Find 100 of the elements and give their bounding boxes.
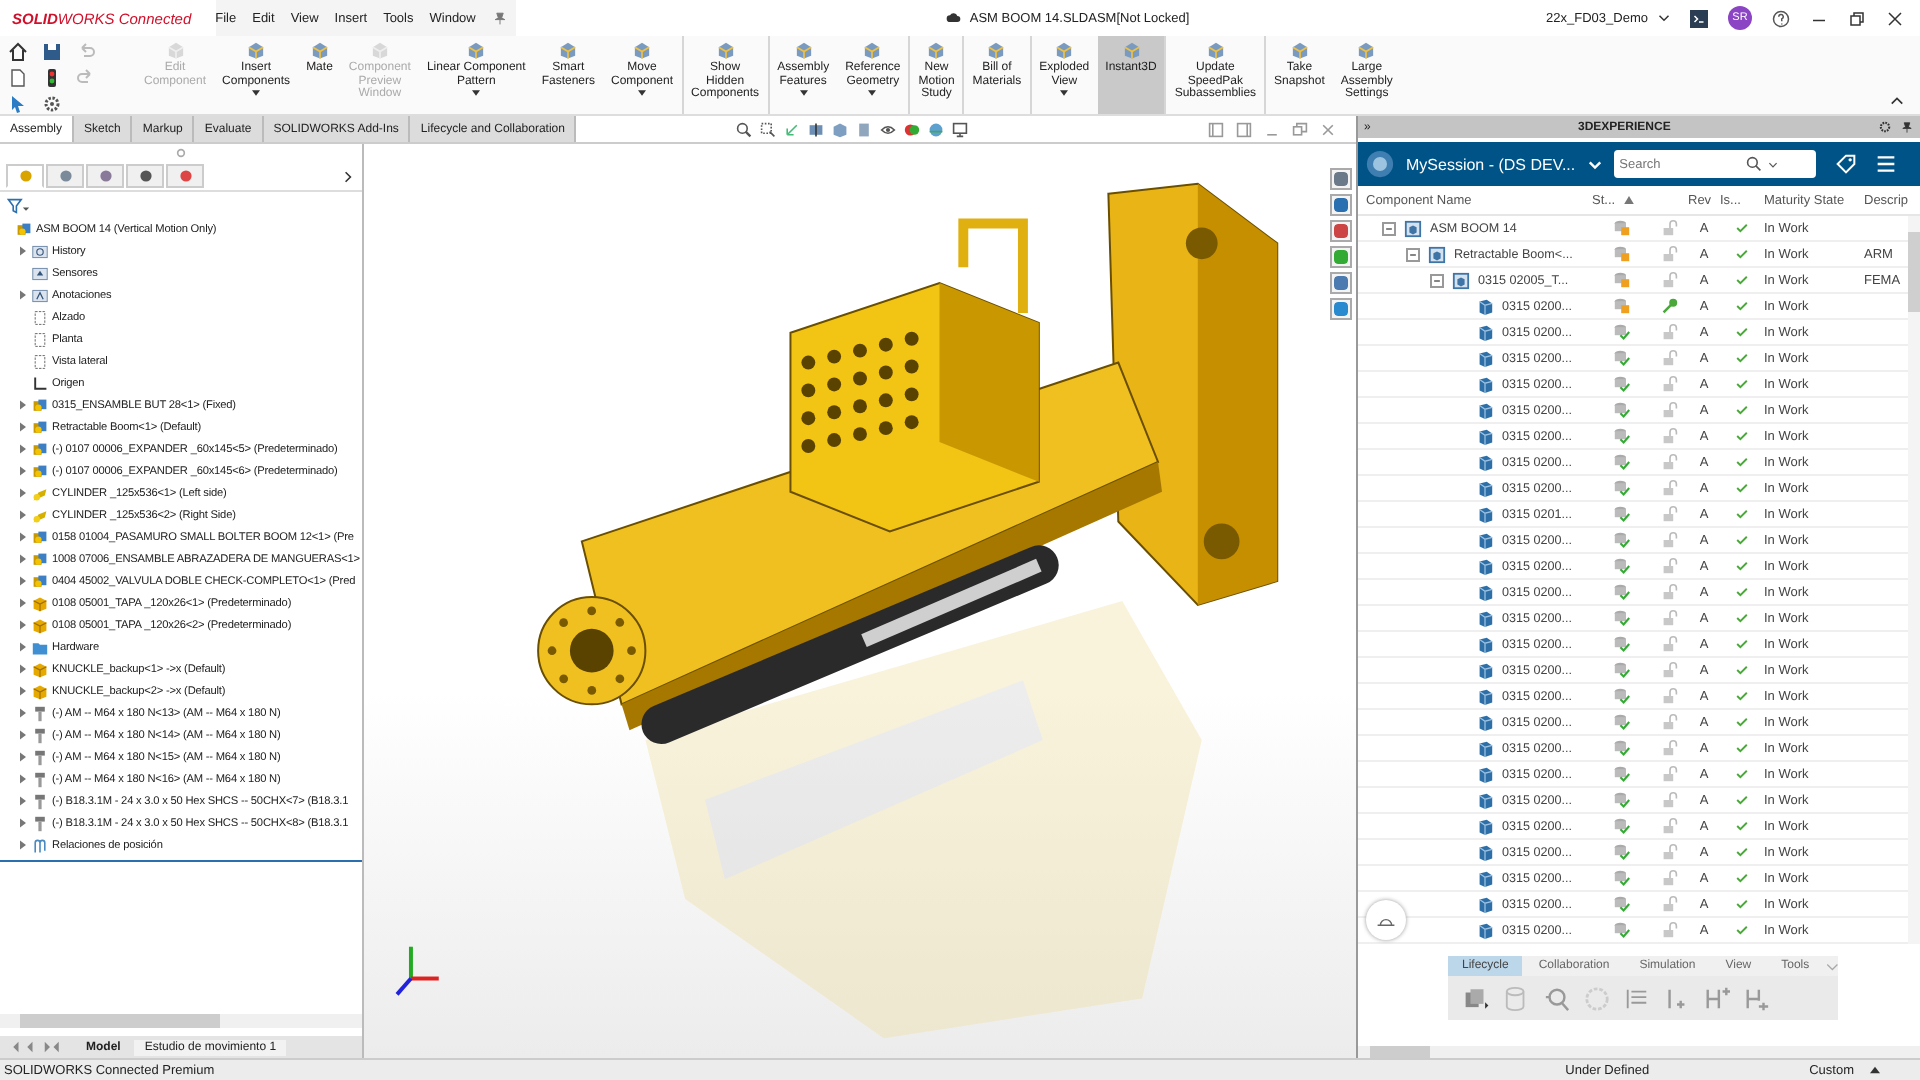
terminal-icon[interactable] [1690,9,1708,27]
restore-icon[interactable] [1848,9,1866,27]
padlock-open-icon[interactable] [1662,896,1678,912]
expand-arrow-icon[interactable] [20,532,26,542]
expand-arrow-icon[interactable] [20,246,26,256]
expand-arrow-icon[interactable] [20,796,26,806]
zoom-area-icon[interactable] [760,121,777,137]
grip-icon[interactable] [176,148,186,158]
horizontal-scrollbar[interactable] [1358,1046,1920,1058]
expand-arrow-icon[interactable] [20,774,26,784]
pin-icon[interactable] [491,10,508,26]
task-pane-tab[interactable] [1330,272,1352,294]
panel-tab[interactable] [86,164,124,188]
stacked-parts-icon[interactable] [1464,985,1490,1011]
padlock-open-icon[interactable] [1662,246,1678,262]
menu-icon[interactable] [1875,154,1896,174]
navigation-arrows-icon[interactable] [8,1040,64,1054]
help-icon[interactable] [1772,9,1790,27]
caret-down-icon[interactable] [1658,14,1670,22]
expand-arrow-icon[interactable] [20,730,26,740]
padlock-open-icon[interactable] [1662,636,1678,652]
structure-add-icon[interactable] [1704,985,1730,1011]
task-pane-tab[interactable] [1330,220,1352,242]
sort-up-icon[interactable] [1623,196,1634,204]
padlock-open-icon[interactable] [1662,584,1678,600]
structure-insert-icon[interactable] [1744,985,1770,1011]
padlock-open-icon[interactable] [1662,506,1678,522]
save-icon[interactable] [42,42,62,62]
insert-icon[interactable] [1664,985,1690,1011]
expand-arrow-icon[interactable] [20,598,26,608]
padlock-open-icon[interactable] [1662,714,1678,730]
compass-logo-icon[interactable] [1366,150,1394,178]
padlock-open-icon[interactable] [1662,480,1678,496]
zoom-icon[interactable] [736,121,753,137]
expand-arrow-icon[interactable] [20,620,26,630]
padlock-open-icon[interactable] [1662,922,1678,938]
expand-arrow-icon[interactable] [20,510,26,520]
task-pane-tab[interactable] [1330,194,1352,216]
settings-icon[interactable] [1877,120,1892,134]
padlock-open-icon[interactable] [1662,818,1678,834]
panel-tab[interactable] [46,164,84,188]
padlock-open-icon[interactable] [1662,766,1678,782]
tag-icon[interactable] [1835,154,1856,174]
caret-up-icon[interactable] [1870,1066,1880,1074]
settings-icon[interactable] [42,94,62,114]
expand-arrow-icon[interactable] [20,840,26,850]
session-name[interactable]: MySession - (DS DEV... [1406,155,1576,173]
collapse-toggle[interactable] [1382,221,1396,235]
padlock-open-icon[interactable] [1662,792,1678,808]
expand-arrow-icon[interactable] [20,488,26,498]
cube-view-icon[interactable] [832,121,849,137]
filter-icon[interactable] [6,198,30,214]
previous-view-icon[interactable] [784,121,801,137]
panel-tab[interactable] [166,164,204,188]
expand-arrow-icon[interactable] [20,444,26,454]
collapse-toggle[interactable] [1406,247,1420,261]
eye-icon[interactable] [880,121,897,137]
expand-arrow-icon[interactable] [20,752,26,762]
chevron-right-icon[interactable] [344,169,352,183]
expand-arrow-icon[interactable] [20,422,26,432]
cursor-arrow-icon[interactable] [8,94,28,114]
horizontal-scrollbar[interactable] [0,1014,362,1028]
padlock-open-icon[interactable] [1662,402,1678,418]
vertical-scrollbar[interactable] [1908,216,1920,944]
hard-hat-button[interactable] [1366,900,1406,940]
home-icon[interactable] [8,42,28,62]
padlock-open-icon[interactable] [1662,844,1678,860]
pin-icon[interactable] [1899,120,1914,134]
task-pane-tab[interactable] [1330,246,1352,268]
padlock-open-icon[interactable] [1662,350,1678,366]
padlock-open-icon[interactable] [1662,558,1678,574]
search-icon[interactable] [1745,156,1762,172]
expand-arrow-icon[interactable] [20,466,26,476]
scene-icon[interactable] [928,121,945,137]
padlock-open-icon[interactable] [1662,688,1678,704]
tile-icon[interactable] [1208,121,1224,137]
padlock-open-icon[interactable] [1662,454,1678,470]
new-document-icon[interactable] [8,68,28,88]
expand-arrow-icon[interactable] [20,576,26,586]
expand-arrow-icon[interactable] [20,400,26,410]
tile-icon[interactable] [1236,121,1252,137]
key-icon[interactable] [1662,298,1678,314]
caret-down-icon[interactable] [1767,161,1778,167]
expand-arrow-icon[interactable] [20,664,26,674]
traffic-light-icon[interactable] [42,68,62,88]
monitor-icon[interactable] [952,121,969,137]
expand-arrow-icon[interactable] [20,554,26,564]
close-icon[interactable] [1886,9,1904,27]
padlock-open-icon[interactable] [1662,870,1678,886]
task-pane-tab[interactable] [1330,168,1352,190]
expand-arrow-icon[interactable] [20,818,26,828]
padlock-open-icon[interactable] [1662,740,1678,756]
expand-arrow-icon[interactable] [20,708,26,718]
task-pane-tab[interactable] [1330,298,1352,320]
padlock-open-icon[interactable] [1662,324,1678,340]
padlock-open-icon[interactable] [1662,532,1678,548]
appearance-icon[interactable] [904,121,921,137]
chevron-up-icon[interactable] [1890,96,1904,106]
display-style-icon[interactable] [856,121,873,137]
panel-tab[interactable] [126,164,164,188]
